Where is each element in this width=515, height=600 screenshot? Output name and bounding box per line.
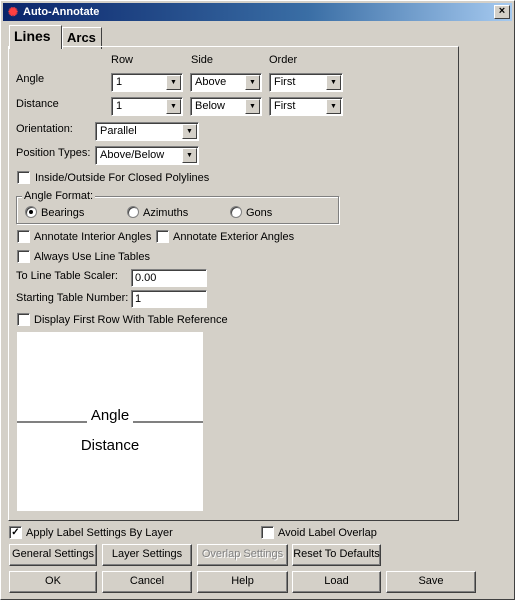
- close-button[interactable]: ×: [494, 5, 510, 19]
- distance-row-select[interactable]: 1 ▼: [111, 97, 183, 116]
- dropdown-arrow-icon[interactable]: ▼: [245, 75, 260, 90]
- avoid-overlap-checkbox[interactable]: [261, 526, 274, 539]
- ok-button[interactable]: OK: [9, 571, 97, 593]
- dropdown-arrow-icon[interactable]: ▼: [326, 75, 341, 90]
- position-types-select[interactable]: Above/Below ▼: [95, 146, 199, 165]
- apply-by-layer-label: Apply Label Settings By Layer: [26, 527, 173, 539]
- angle-label: Angle: [16, 73, 45, 85]
- angle-order-value: First: [274, 76, 296, 88]
- table-scaler-label: To Line Table Scaler:: [16, 270, 118, 282]
- table-scaler-input[interactable]: 0.00: [131, 269, 207, 287]
- help-button[interactable]: Help: [197, 571, 288, 593]
- angle-row-select[interactable]: 1 ▼: [111, 73, 183, 92]
- avoid-overlap-label: Avoid Label Overlap: [278, 527, 377, 539]
- angle-format-title: Angle Format:: [22, 190, 96, 202]
- bearings-label: Bearings: [41, 207, 85, 219]
- interior-angles-checkbox[interactable]: [17, 230, 30, 243]
- dropdown-arrow-icon[interactable]: ▼: [182, 124, 197, 139]
- cancel-button[interactable]: Cancel: [102, 571, 192, 593]
- app-icon: ✺: [7, 5, 19, 19]
- inside-outside-checkbox[interactable]: [17, 171, 30, 184]
- exterior-angles-label: Annotate Exterior Angles: [173, 231, 295, 243]
- always-line-tables-label: Always Use Line Tables: [34, 251, 150, 263]
- column-header-side: Side: [191, 54, 214, 66]
- first-row-reference-label: Display First Row With Table Reference: [34, 314, 228, 326]
- interior-angles-label: Annotate Interior Angles: [34, 231, 152, 243]
- distance-side-select[interactable]: Below ▼: [190, 97, 262, 116]
- angle-side-select[interactable]: Above ▼: [190, 73, 262, 92]
- inside-outside-label: Inside/Outside For Closed Polylines: [35, 172, 210, 184]
- load-button[interactable]: Load: [292, 571, 381, 593]
- reset-defaults-button[interactable]: Reset To Defaults: [292, 544, 381, 566]
- position-types-label: Position Types:: [16, 147, 91, 159]
- angle-row-value: 1: [116, 76, 123, 88]
- apply-by-layer-checkbox[interactable]: ✓: [9, 526, 22, 539]
- auto-annotate-dialog: ✺ Auto-Annotate × Lines Arcs Row Side Or…: [0, 0, 515, 600]
- starting-number-input[interactable]: 1: [131, 290, 207, 308]
- layer-settings-button[interactable]: Layer Settings: [102, 544, 192, 566]
- column-header-row: Row: [111, 54, 134, 66]
- gons-radio[interactable]: [230, 206, 242, 218]
- general-settings-button[interactable]: General Settings: [9, 544, 97, 566]
- window-title: Auto-Annotate: [23, 6, 100, 18]
- bearings-radio[interactable]: [25, 206, 37, 218]
- radio-selected-dot: [29, 210, 33, 214]
- preview-angle-text: Angle: [90, 407, 130, 424]
- distance-side-value: Below: [195, 100, 225, 112]
- distance-label: Distance: [16, 98, 59, 110]
- preview-distance-text: Distance: [80, 437, 140, 454]
- gons-label: Gons: [246, 207, 273, 219]
- title-bar[interactable]: ✺ Auto-Annotate ×: [3, 3, 512, 21]
- azimuths-label: Azimuths: [143, 207, 189, 219]
- position-types-value: Above/Below: [100, 149, 165, 161]
- angle-order-select[interactable]: First ▼: [269, 73, 343, 92]
- tab-lines[interactable]: Lines: [9, 25, 62, 49]
- overlap-settings-button[interactable]: Overlap Settings: [197, 544, 288, 566]
- distance-row-value: 1: [116, 100, 123, 112]
- distance-order-value: First: [274, 100, 296, 112]
- always-line-tables-checkbox[interactable]: [17, 250, 30, 263]
- first-row-reference-checkbox[interactable]: [17, 313, 30, 326]
- azimuths-radio[interactable]: [127, 206, 139, 218]
- exterior-angles-checkbox[interactable]: [156, 230, 169, 243]
- orientation-label: Orientation:: [16, 123, 73, 135]
- orientation-value: Parallel: [100, 125, 137, 137]
- dropdown-arrow-icon[interactable]: ▼: [166, 99, 181, 114]
- angle-side-value: Above: [195, 76, 227, 88]
- starting-number-label: Starting Table Number:: [16, 292, 129, 304]
- distance-order-select[interactable]: First ▼: [269, 97, 343, 116]
- dropdown-arrow-icon[interactable]: ▼: [166, 75, 181, 90]
- label-preview: Angle Distance: [17, 332, 203, 511]
- dropdown-arrow-icon[interactable]: ▼: [245, 99, 260, 114]
- orientation-select[interactable]: Parallel ▼: [95, 122, 199, 141]
- save-button[interactable]: Save: [386, 571, 476, 593]
- column-header-order: Order: [269, 54, 298, 66]
- dropdown-arrow-icon[interactable]: ▼: [182, 148, 197, 163]
- dropdown-arrow-icon[interactable]: ▼: [326, 99, 341, 114]
